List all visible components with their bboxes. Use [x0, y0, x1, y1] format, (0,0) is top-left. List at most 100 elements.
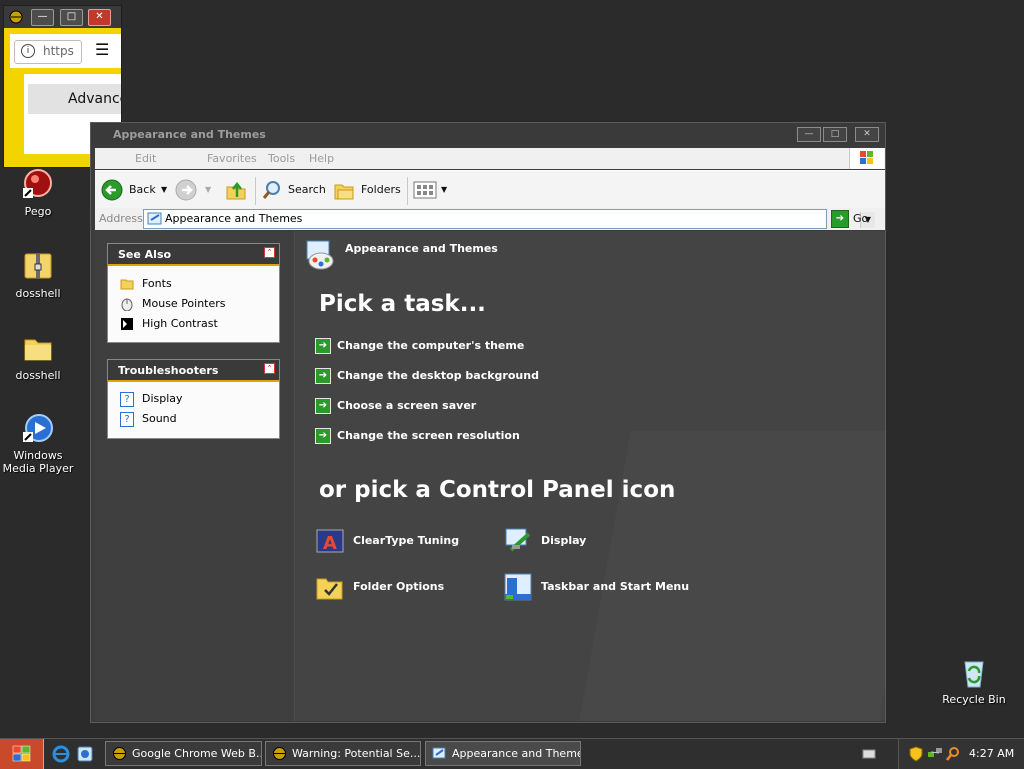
menu-favorites[interactable]: Favorites	[207, 152, 257, 165]
menu-icon[interactable]: ☰	[95, 40, 109, 60]
chevron-down-icon[interactable]: ▼	[161, 178, 167, 202]
link-label: Fonts	[142, 277, 172, 290]
cp-label: ClearType Tuning	[353, 534, 460, 547]
folders-button[interactable]: Folders	[333, 178, 403, 202]
link-fonts[interactable]: Fonts	[108, 274, 279, 294]
windows-logo-icon	[849, 148, 884, 169]
start-button[interactable]	[0, 739, 44, 769]
folders-label: Folders	[361, 183, 401, 196]
popup-minimize-button[interactable]: —	[31, 9, 54, 26]
go-label: Go	[853, 212, 869, 225]
search-icon	[261, 179, 283, 210]
desktop-icon-label: Windows Media Player	[2, 449, 74, 475]
taskbar-button-label: Appearance and Themes	[452, 747, 581, 760]
menu-help[interactable]: Help	[309, 152, 334, 165]
task-screen-resolution[interactable]: ➔ Change the screen resolution	[315, 428, 520, 446]
cp-label: Folder Options	[353, 580, 445, 593]
pick-task-heading: Pick a task...	[319, 291, 486, 317]
go-button[interactable]: ➔ Go	[831, 209, 881, 228]
system-tray: 4:27 AM	[898, 739, 1024, 769]
go-arrow-icon: ➔	[831, 210, 849, 228]
minimize-button[interactable]: —	[797, 127, 821, 142]
mouse-icon	[120, 297, 134, 312]
link-display-troubleshooter[interactable]: ? Display	[108, 389, 279, 409]
search-icon[interactable]	[945, 746, 961, 765]
desktop-icon-dosshell-folder[interactable]: dosshell	[0, 332, 78, 382]
see-also-header[interactable]: See Also ⌃	[108, 244, 279, 266]
popup-url-field[interactable]: i https	[14, 40, 82, 64]
popup-url-text: https	[43, 44, 74, 58]
menu-tools[interactable]: Tools	[268, 152, 295, 165]
close-button[interactable]: ✕	[855, 127, 879, 142]
link-sound-troubleshooter[interactable]: ? Sound	[108, 409, 279, 429]
taskbar-button-appearance[interactable]: Appearance and Themes	[425, 741, 581, 766]
troubleshooters-title: Troubleshooters	[118, 364, 219, 377]
chevron-down-icon[interactable]: ▼	[205, 178, 211, 202]
popup-titlebar[interactable]: — □ ✕	[4, 6, 121, 28]
folder-options-icon	[315, 572, 345, 602]
pick-icon-heading: or pick a Control Panel icon	[319, 477, 676, 503]
media-quicklaunch-icon[interactable]	[76, 745, 94, 766]
troubleshooters-header[interactable]: Troubleshooters ⌃	[108, 360, 279, 382]
popup-maximize-button[interactable]: □	[60, 9, 83, 26]
task-arrow-icon: ➔	[315, 338, 331, 354]
high-contrast-icon	[120, 317, 134, 331]
address-input[interactable]: Appearance and Themes ▼	[143, 209, 875, 229]
main-content: Appearance and Themes Pick a task... ➔ C…	[295, 231, 885, 721]
task-change-theme[interactable]: ➔ Change the computer's theme	[315, 338, 524, 356]
media-player-icon	[21, 412, 55, 446]
desktop-icon-pego[interactable]: Pego	[0, 168, 78, 218]
cp-taskbar-start-menu[interactable]: Taskbar and Start Menu	[503, 571, 689, 603]
taskbar-button-warning[interactable]: Warning: Potential Se...	[265, 741, 421, 766]
link-high-contrast[interactable]: High Contrast	[108, 314, 279, 334]
chevron-down-icon[interactable]: ▼	[441, 178, 447, 202]
menu-edit[interactable]: Edit	[135, 152, 156, 165]
task-label: Change the computer's theme	[337, 339, 525, 352]
security-shield-icon[interactable]	[909, 746, 923, 765]
task-label: Change the desktop background	[337, 369, 539, 382]
search-button[interactable]: Search	[261, 178, 326, 202]
toolbar: Back ▼ ▼ Search Folders ▼	[95, 170, 885, 208]
cp-display[interactable]: Display	[503, 525, 586, 557]
link-mouse-pointers[interactable]: Mouse Pointers	[108, 294, 279, 314]
up-folder-button[interactable]	[225, 178, 249, 202]
window-title: Appearance and Themes	[113, 128, 266, 141]
internet-explorer-icon[interactable]	[52, 745, 70, 766]
help-icon: ?	[120, 392, 134, 407]
collapse-icon[interactable]: ⌃	[264, 247, 275, 258]
up-folder-icon	[225, 179, 247, 210]
cp-cleartype-tuning[interactable]: A ClearType Tuning	[315, 525, 459, 557]
appearance-themes-icon	[303, 237, 337, 274]
task-change-background[interactable]: ➔ Change the desktop background	[315, 368, 539, 386]
desktop-icon-dosshell-zip[interactable]: dosshell	[0, 250, 78, 300]
maximize-button[interactable]: □	[823, 127, 847, 142]
cp-label: Taskbar and Start Menu	[541, 580, 690, 593]
folder-icon	[21, 332, 55, 366]
task-arrow-icon: ➔	[315, 398, 331, 414]
task-label: Change the screen resolution	[337, 429, 520, 442]
views-button[interactable]: ▼	[413, 178, 449, 202]
task-screen-saver[interactable]: ➔ Choose a screen saver	[315, 398, 476, 416]
network-icon[interactable]	[927, 746, 943, 765]
explorer-window[interactable]: Appearance and Themes — □ ✕ Edit Favorit…	[90, 122, 886, 723]
popup-close-button[interactable]: ✕	[88, 9, 111, 26]
cp-folder-options[interactable]: Folder Options	[315, 571, 444, 603]
recycle-bin-icon	[957, 656, 991, 690]
zip-folder-icon	[21, 250, 55, 284]
forward-button[interactable]: ▼	[175, 178, 215, 202]
advanced-button[interactable]: Advance	[28, 84, 121, 114]
taskbar-button-chrome[interactable]: Google Chrome Web B...	[105, 741, 262, 766]
display-icon	[503, 526, 533, 556]
desktop-icon-recycle-bin[interactable]: Recycle Bin	[934, 656, 1014, 706]
see-also-panel: See Also ⌃ Fonts Mouse Pointers High Con…	[107, 243, 280, 343]
forward-arrow-icon	[175, 179, 197, 210]
desktop-icon-label: dosshell	[15, 287, 61, 300]
back-button[interactable]: Back ▼	[101, 178, 169, 202]
keyboard-icon[interactable]	[862, 748, 876, 763]
collapse-icon[interactable]: ⌃	[264, 363, 275, 374]
menu-bar: Edit Favorites Tools Help	[95, 148, 885, 169]
explorer-titlebar[interactable]: Appearance and Themes — □ ✕	[91, 123, 885, 145]
troubleshooters-panel: Troubleshooters ⌃ ? Display ? Sound	[107, 359, 280, 439]
desktop-icon-wmp[interactable]: Windows Media Player	[0, 412, 78, 475]
popup-address-area: i https ☰	[10, 34, 121, 68]
